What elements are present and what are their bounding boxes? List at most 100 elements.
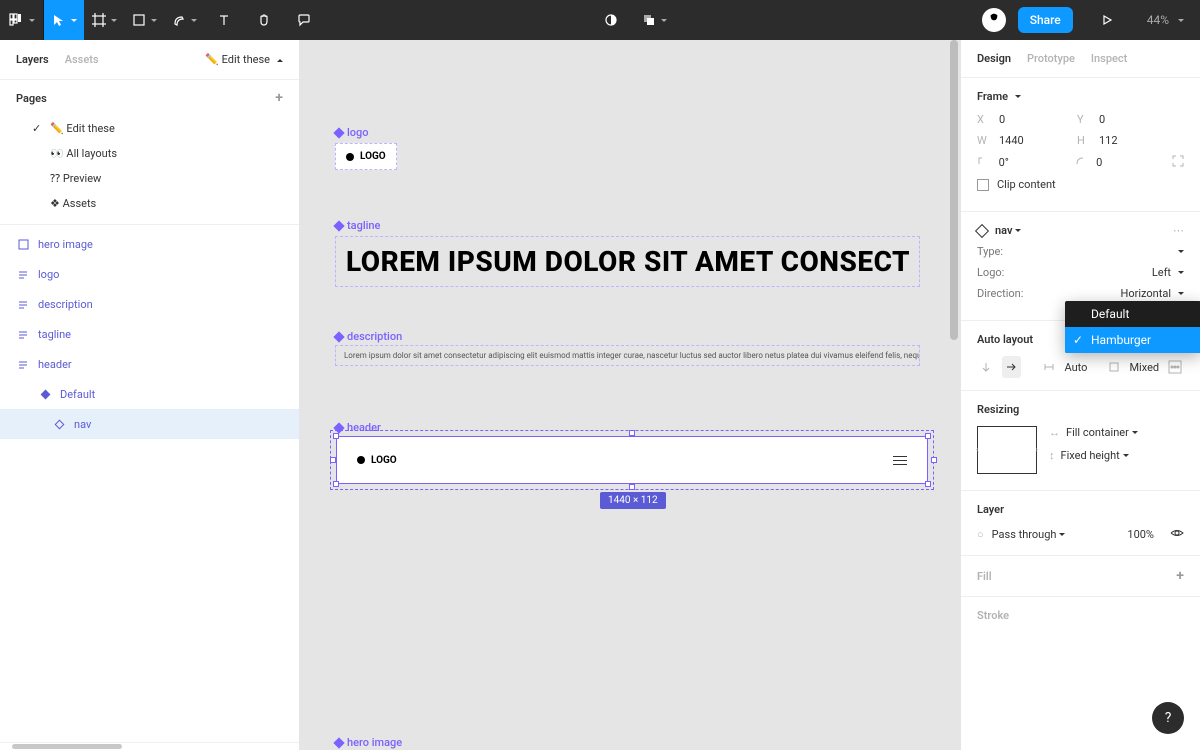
layer-header[interactable]: header [0, 349, 299, 379]
resize-v-icon: ↕ [1049, 449, 1055, 462]
layer-logo[interactable]: logo [0, 259, 299, 289]
add-page-button[interactable]: + [275, 90, 283, 106]
tab-layers[interactable]: Layers [16, 53, 49, 66]
share-button[interactable]: Share [1018, 7, 1073, 33]
layer-description[interactable]: description [0, 289, 299, 319]
layer-hero-image[interactable]: hero image [0, 229, 299, 259]
tab-design[interactable]: Design [977, 52, 1011, 65]
canvas-label-description[interactable]: description [335, 330, 402, 343]
selection-handle[interactable] [931, 457, 937, 463]
zoom-level[interactable]: 44% [1147, 13, 1184, 27]
stroke-title: Stroke [977, 609, 1009, 622]
canvas-label-logo[interactable]: logo [335, 126, 369, 139]
page-selector[interactable]: ✏️ Edit these [205, 53, 283, 66]
prop-logo[interactable]: Left [1152, 266, 1184, 279]
layer-opacity[interactable]: 100% [1127, 528, 1154, 541]
main-menu-button[interactable] [0, 0, 44, 40]
al-spacing-value[interactable]: Auto [1064, 361, 1087, 374]
frame-rotation[interactable]: 0° [999, 156, 1067, 169]
resize-h-icon: ↔ [1049, 426, 1060, 439]
layer-section-title: Layer [977, 503, 1184, 516]
selection-handle[interactable] [330, 457, 336, 463]
selection-handle[interactable] [333, 481, 339, 487]
al-alignment-button[interactable] [1165, 356, 1184, 378]
resizing-title: Resizing [977, 403, 1184, 416]
description-component[interactable]: Lorem ipsum dolor sit amet consectetur a… [335, 345, 920, 366]
component-icon [975, 223, 989, 237]
selection-handle[interactable] [629, 484, 635, 490]
autolayout-title: Auto layout [977, 333, 1033, 346]
resize-horizontal[interactable]: Fill container [1066, 426, 1138, 439]
component-name[interactable]: nav [995, 224, 1021, 237]
logo-component[interactable]: LOGO [335, 143, 397, 170]
page-item[interactable]: ⁇ Preview [16, 166, 283, 191]
layer-default[interactable]: Default [0, 379, 299, 409]
logo-dot-icon [357, 456, 365, 464]
header-frame[interactable]: LOGO [336, 436, 928, 484]
user-avatar[interactable] [982, 8, 1006, 32]
selection-handle[interactable] [629, 430, 635, 436]
resize-vertical[interactable]: Fixed height [1061, 449, 1129, 462]
independent-corners-icon[interactable] [1172, 155, 1184, 170]
comment-tool[interactable] [284, 0, 324, 40]
layer-tagline[interactable]: tagline [0, 319, 299, 349]
text-tool[interactable] [204, 0, 244, 40]
al-direction-vertical[interactable] [977, 356, 996, 378]
dropdown-option-default[interactable]: Default [1065, 301, 1200, 327]
al-padding-icon [1105, 356, 1124, 378]
dimensions-badge: 1440 × 112 [600, 492, 666, 509]
layer-nav[interactable]: nav [0, 409, 299, 439]
move-tool[interactable] [44, 0, 84, 40]
pages-title: Pages [16, 92, 47, 105]
frame-x[interactable]: 0 [999, 113, 1069, 126]
dropdown-option-hamburger[interactable]: Hamburger [1065, 327, 1200, 353]
present-button[interactable] [1087, 0, 1127, 40]
top-toolbar: Share 44% [0, 0, 1200, 40]
selection-handle[interactable] [925, 433, 931, 439]
blend-mode[interactable]: Pass through [992, 528, 1066, 541]
horizontal-scrollbar[interactable] [0, 742, 299, 750]
hand-tool[interactable] [244, 0, 284, 40]
vertical-scrollbar[interactable] [948, 40, 960, 750]
tab-prototype[interactable]: Prototype [1027, 52, 1075, 65]
page-item[interactable]: ✓✏️ Edit these [16, 116, 283, 141]
al-padding-value[interactable]: Mixed [1129, 361, 1159, 374]
frame-h[interactable]: 112 [1099, 134, 1169, 147]
selection-handle[interactable] [333, 433, 339, 439]
right-panel: Design Prototype Inspect Frame X0Y0 W144… [960, 40, 1200, 750]
al-spacing-icon [1040, 356, 1059, 378]
selection-handle[interactable] [925, 481, 931, 487]
canvas-label-header[interactable]: header [335, 421, 381, 434]
frame-section-title[interactable]: Frame [977, 90, 1184, 103]
mask-tool[interactable] [591, 0, 631, 40]
blend-mode-icon: ○ [977, 528, 984, 541]
boolean-tool[interactable] [635, 0, 675, 40]
canvas[interactable]: logo LOGO tagline LOREM IPSUM DOLOR SIT … [300, 40, 960, 750]
al-direction-horizontal[interactable] [1002, 356, 1021, 378]
clip-content-checkbox[interactable] [977, 179, 989, 191]
fill-title: Fill [977, 570, 992, 583]
page-item[interactable]: 👀 All layouts [16, 141, 283, 166]
canvas-label-hero[interactable]: hero image [335, 736, 402, 749]
resizing-diagram[interactable]: ‹ › [977, 426, 1037, 474]
pen-tool[interactable] [164, 0, 204, 40]
tab-assets[interactable]: Assets [65, 53, 99, 66]
frame-w[interactable]: 1440 [999, 134, 1069, 147]
frame-y[interactable]: 0 [1099, 113, 1169, 126]
visibility-toggle[interactable] [1170, 526, 1184, 543]
clip-content-label: Clip content [997, 178, 1056, 191]
prop-type[interactable] [1175, 249, 1184, 255]
shape-tool[interactable] [124, 0, 164, 40]
add-fill-button[interactable]: + [1176, 568, 1184, 584]
help-button[interactable]: ? [1152, 702, 1184, 734]
hamburger-icon [893, 456, 907, 465]
left-panel: Layers Assets ✏️ Edit these Pages + ✓✏️ … [0, 40, 300, 750]
canvas-label-tagline[interactable]: tagline [335, 219, 380, 232]
frame-tool[interactable] [84, 0, 124, 40]
frame-radius[interactable]: 0 [1096, 156, 1164, 169]
tagline-component[interactable]: LOREM IPSUM DOLOR SIT AMET CONSECTETUR [335, 236, 920, 287]
prop-direction[interactable]: Horizontal [1121, 287, 1185, 300]
page-item[interactable]: ❖ Assets [16, 191, 283, 216]
tab-inspect[interactable]: Inspect [1091, 52, 1127, 65]
header-logo-text: LOGO [371, 455, 397, 466]
